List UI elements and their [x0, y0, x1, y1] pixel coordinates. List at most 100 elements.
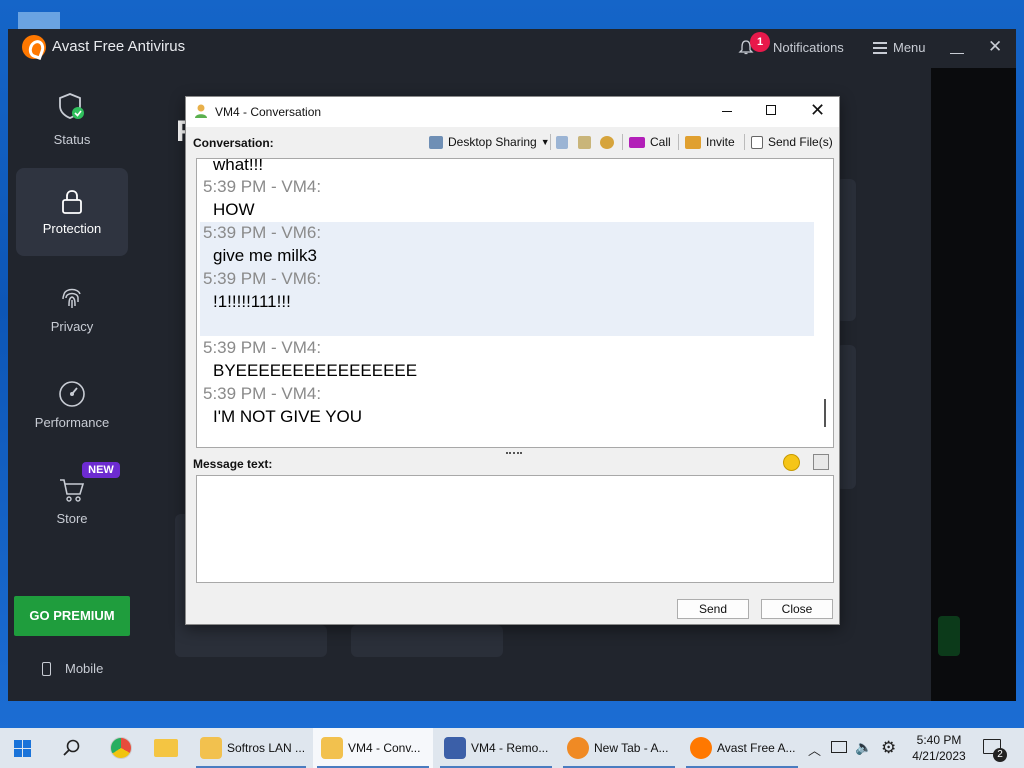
new-badge: NEW	[82, 462, 120, 478]
invite-label: Invite	[706, 135, 735, 149]
message-header: 5:39 PM - VM4:	[203, 384, 322, 403]
conversation-titlebar: VM4 - Conversation ✕	[186, 97, 839, 127]
sidebar-item-privacy[interactable]: Privacy	[16, 267, 128, 355]
desktop-sharing-button[interactable]: Desktop Sharing ▼	[429, 132, 550, 152]
chrome-icon[interactable]	[110, 737, 132, 759]
conversation-label: Conversation:	[193, 136, 274, 150]
dark-panel	[931, 68, 1016, 701]
maximize-button[interactable]	[766, 105, 776, 115]
avast-icon	[690, 737, 712, 759]
settings-gear-icon[interactable]: ⚙	[881, 738, 896, 768]
taskbar-app-label: Avast Free A...	[717, 741, 796, 755]
clock-time: 5:40 PM	[916, 733, 962, 747]
splitter-grip[interactable]	[506, 452, 522, 454]
taskbar-app-vm4-conversation[interactable]: VM4 - Conv...	[313, 728, 433, 768]
message-text: HOW	[213, 200, 255, 219]
taskbar-app-label: Softros LAN ...	[227, 741, 306, 755]
send-button[interactable]: Send	[677, 599, 749, 619]
sidebar-item-protection[interactable]: Protection	[16, 168, 128, 256]
sidebar-item-label: Status	[53, 132, 91, 147]
avast-title: Avast Free Antivirus	[52, 38, 186, 55]
message-text-label: Message text:	[193, 457, 273, 471]
message-text: !1!!!!!111!!!	[213, 292, 291, 311]
close-button[interactable]: ✕	[988, 37, 1002, 57]
taskbar-app-label: VM4 - Remo...	[471, 741, 549, 755]
phone-icon	[42, 662, 51, 676]
close-button[interactable]: ✕	[810, 100, 825, 121]
invite-users-icon	[685, 135, 701, 149]
chat-bubble-icon	[321, 737, 343, 759]
shield-check-icon	[59, 93, 84, 119]
go-premium-button[interactable]: GO PREMIUM	[14, 596, 130, 636]
sidebar-item-performance[interactable]: Performance	[16, 363, 128, 451]
conversation-history[interactable]: what!!! 5:39 PM - VM4: HOW 5:39 PM - VM6…	[196, 158, 834, 448]
network-icon[interactable]	[831, 741, 847, 753]
hamburger-icon[interactable]	[873, 42, 887, 54]
green-element	[938, 616, 960, 656]
notebook-icon	[556, 135, 568, 149]
contacts-button[interactable]	[578, 132, 596, 152]
chat-bubble-icon	[200, 737, 222, 759]
call-button[interactable]: Call	[629, 132, 671, 152]
remote-desktop-icon	[444, 737, 466, 759]
chevron-up-icon[interactable]: ︿	[808, 740, 821, 768]
minimize-button[interactable]	[722, 104, 732, 112]
video-camera-icon	[629, 136, 645, 148]
message-header: 5:39 PM - VM4:	[203, 338, 322, 357]
text-format-icon[interactable]	[813, 454, 829, 470]
taskbar-app-label: New Tab - A...	[594, 741, 669, 755]
user-icon	[195, 104, 207, 118]
toolbar-separator	[678, 134, 679, 150]
desktop-sharing-label: Desktop Sharing	[448, 135, 537, 149]
volume-icon[interactable]: 🔈	[855, 739, 872, 768]
send-files-button[interactable]: Send File(s)	[751, 132, 833, 152]
clock[interactable]: 5:40 PM 4/21/2023	[905, 732, 973, 764]
gear-icon	[600, 135, 614, 149]
windows-start-icon[interactable]	[14, 740, 31, 757]
notifications-button[interactable]: Notifications	[773, 40, 844, 55]
folder-icon[interactable]	[154, 739, 178, 757]
message-text: give me milk3	[213, 246, 317, 265]
message-header: 5:39 PM - VM4:	[203, 177, 322, 196]
mobile-label: Mobile	[65, 661, 104, 676]
call-label: Call	[650, 135, 671, 149]
taskbar-app-softros[interactable]: Softros LAN ...	[192, 728, 310, 768]
desktop-icon[interactable]	[18, 12, 60, 30]
send-files-label: Send File(s)	[768, 135, 833, 149]
card	[175, 625, 327, 657]
menu-button[interactable]: Menu	[893, 40, 926, 55]
taskbar-app-new-tab[interactable]: New Tab - A...	[559, 728, 679, 768]
fingerprint-icon	[62, 288, 81, 308]
message-text: BYEEEEEEEEEEEEEEEE	[213, 361, 418, 380]
mobile-link[interactable]: Mobile	[42, 661, 103, 676]
invite-button[interactable]: Invite	[685, 132, 735, 152]
settings-button[interactable]	[600, 132, 619, 152]
browser-icon	[567, 737, 589, 759]
notification-badge: 1	[750, 32, 770, 52]
taskbar-app-avast[interactable]: Avast Free A...	[682, 728, 802, 768]
message-text: I'M NOT GIVE YOU	[213, 407, 363, 426]
dropdown-arrow-icon: ▼	[540, 137, 550, 147]
close-dialog-button[interactable]: Close	[761, 599, 833, 619]
message-header: 5:39 PM - VM6:	[203, 269, 322, 288]
notification-count-badge: 2	[993, 748, 1007, 762]
taskbar: Softros LAN ... VM4 - Conv... VM4 - Remo…	[0, 728, 1024, 768]
message-input[interactable]	[196, 475, 834, 583]
avast-logo-icon	[22, 35, 46, 59]
sidebar-item-status[interactable]: Status	[16, 75, 128, 163]
taskbar-app-vm4-remote[interactable]: VM4 - Remo...	[436, 728, 556, 768]
search-icon[interactable]	[63, 739, 81, 757]
history-button[interactable]	[556, 132, 573, 152]
sidebar-item-label: Store	[56, 511, 88, 526]
smiley-icon[interactable]	[783, 454, 800, 471]
scrollbar-thumb[interactable]	[824, 399, 826, 427]
clock-date: 4/21/2023	[912, 749, 966, 763]
conversation-title: VM4 - Conversation	[215, 105, 322, 119]
message-header: 5:39 PM - VM6:	[203, 223, 322, 242]
gauge-icon	[59, 381, 85, 407]
toolbar-separator	[550, 134, 551, 150]
avast-titlebar: Avast Free Antivirus 1 Notifications Men…	[8, 29, 1016, 67]
minimize-button[interactable]	[950, 38, 964, 54]
sidebar-item-label: Protection	[42, 221, 102, 236]
cart-icon	[60, 479, 85, 502]
